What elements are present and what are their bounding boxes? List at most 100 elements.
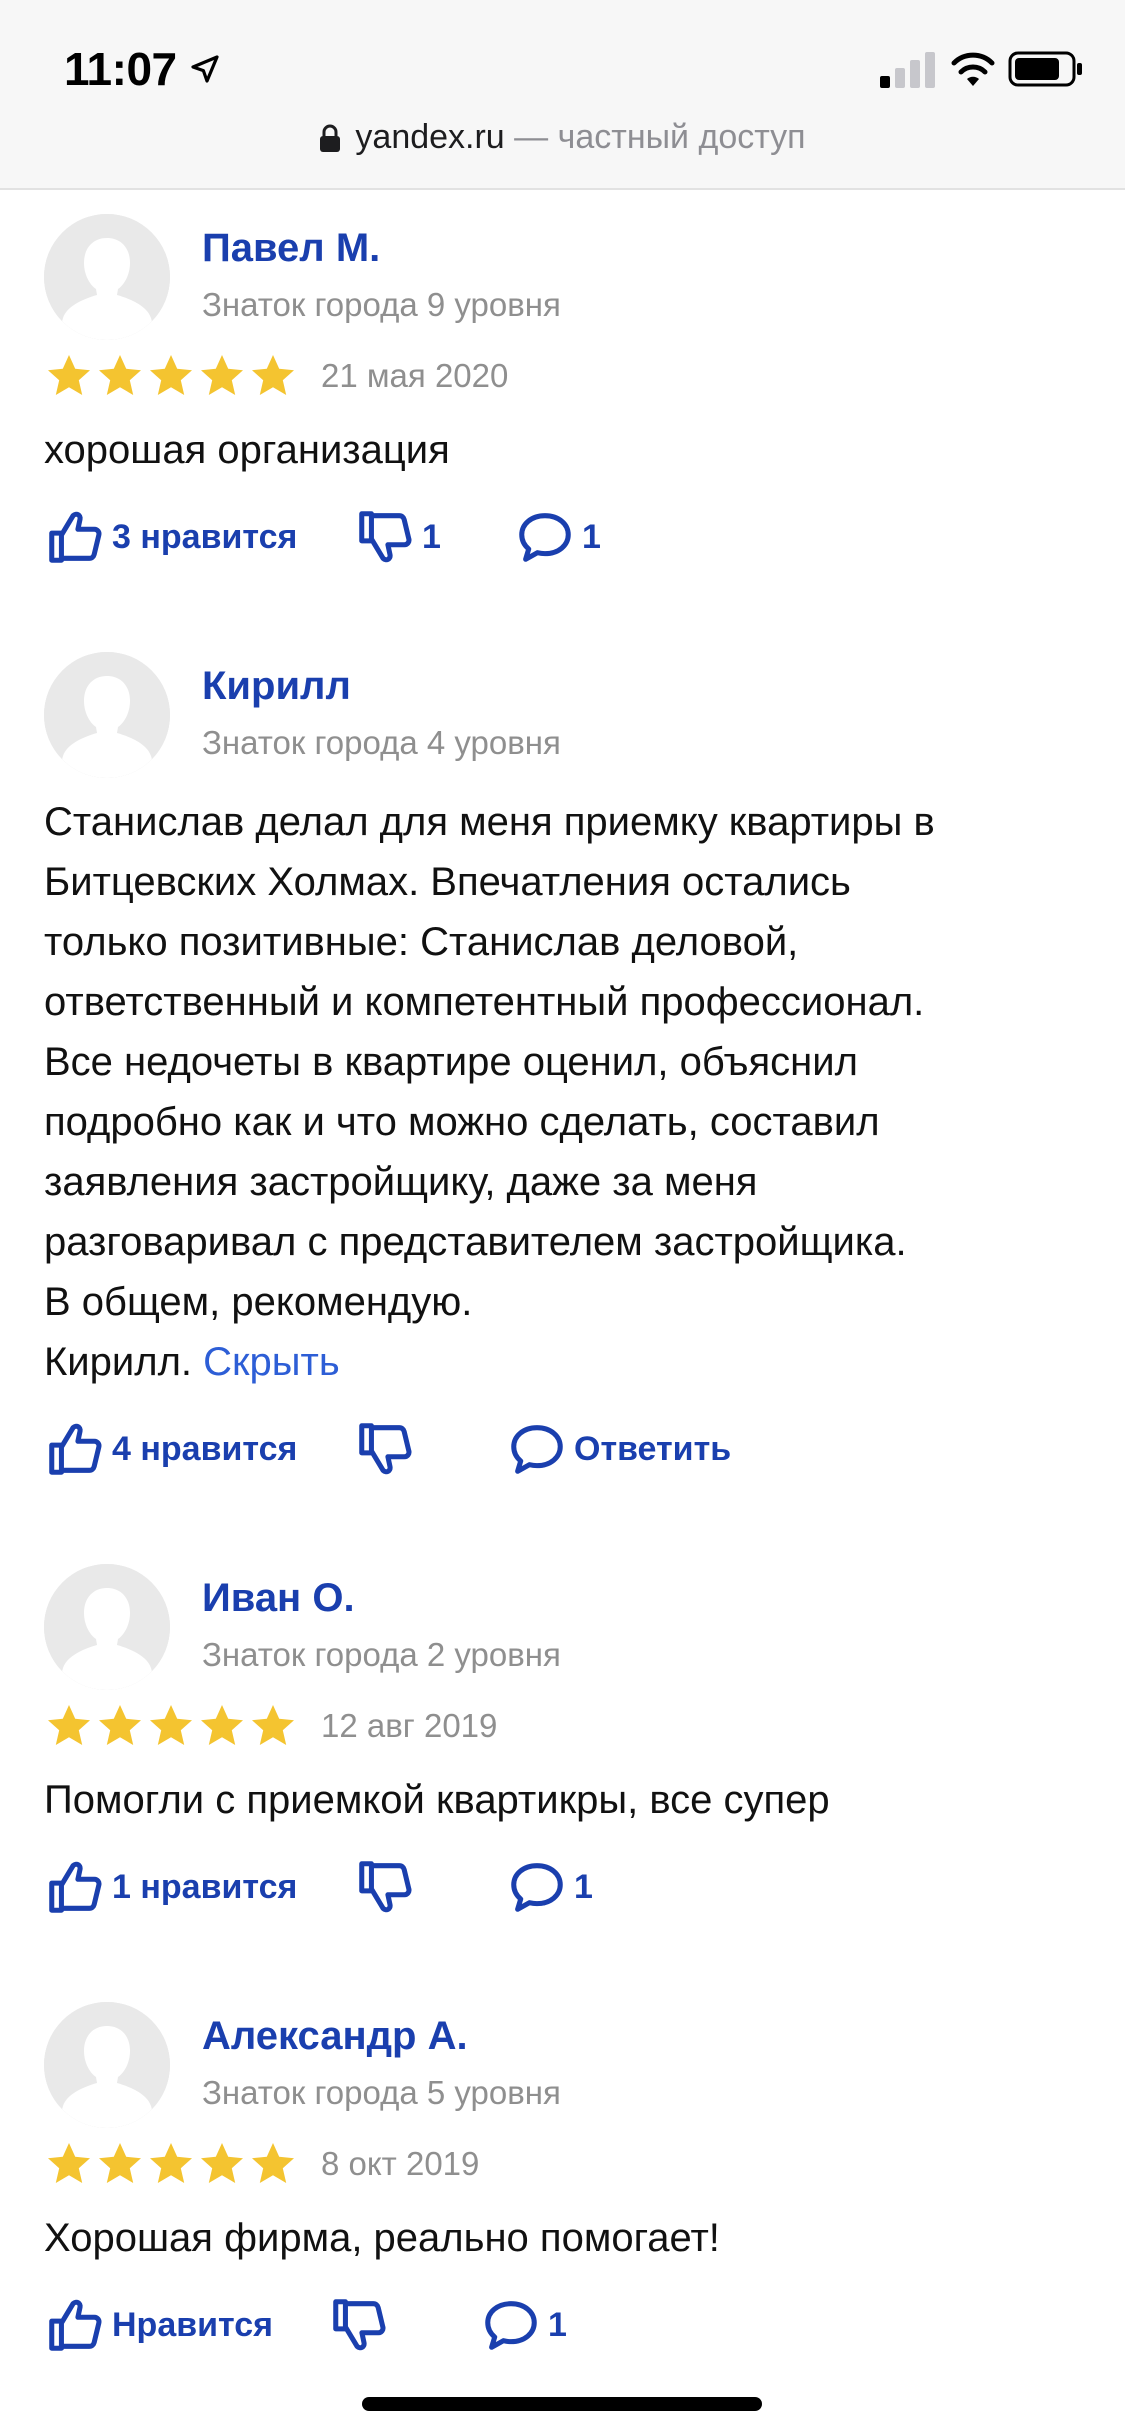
- battery-icon: [1008, 51, 1082, 87]
- star-icon: [95, 1702, 145, 1750]
- review-date: 12 авг 2019: [321, 1707, 498, 1744]
- comment-icon: [506, 1856, 568, 1918]
- like-button[interactable]: 4 нравится: [44, 1414, 297, 1484]
- star-icon: [146, 2140, 196, 2188]
- thumbs-up-icon: [44, 1856, 106, 1918]
- thumbs-down-icon: [354, 1418, 416, 1480]
- star-icon: [146, 1702, 196, 1750]
- star-icon: [197, 352, 247, 400]
- dislike-button[interactable]: 1: [354, 502, 441, 572]
- comment-button[interactable]: 1: [506, 1852, 593, 1922]
- thumbs-up-icon: [44, 2294, 106, 2356]
- user-silhouette-icon: [44, 652, 170, 778]
- thumbs-down-icon: [328, 2294, 390, 2356]
- review-signature: Кирилл.: [44, 1340, 204, 1384]
- comment-button[interactable]: 1: [514, 502, 601, 572]
- review-text-line: В общем, рекомендую.: [44, 1280, 473, 1324]
- url-privacy-label: — частный доступ: [504, 118, 806, 156]
- star-icon: [95, 2140, 145, 2188]
- review-author[interactable]: Павел М.: [202, 226, 380, 271]
- home-indicator[interactable]: [362, 2397, 762, 2411]
- comment-icon: [506, 1418, 568, 1480]
- clock: 11:07: [64, 42, 221, 96]
- review-author[interactable]: Кирилл: [202, 664, 351, 709]
- review-text-line: Битцевских Холмах. Впечатления остались: [44, 860, 851, 904]
- star-rating: [44, 352, 299, 400]
- avatar[interactable]: [44, 1564, 170, 1690]
- status-bar: 11:07 yandex.ru — частный доступ: [0, 0, 1125, 190]
- url-domain: yandex.ru: [355, 118, 505, 156]
- review-actions: 3 нравится 1 1: [44, 502, 1094, 572]
- review-text-line-last: Кирилл. Скрыть: [44, 1332, 1094, 1392]
- like-button[interactable]: Нравится: [44, 2290, 273, 2360]
- dislike-button[interactable]: [328, 2290, 390, 2360]
- review-author[interactable]: Иван О.: [202, 1576, 355, 1621]
- review-date: 8 окт 2019: [321, 2145, 480, 2182]
- star-icon: [248, 352, 298, 400]
- star-rating: [44, 1702, 299, 1750]
- avatar[interactable]: [44, 2002, 170, 2128]
- star-icon: [248, 1702, 298, 1750]
- comment-button[interactable]: 1: [480, 2290, 567, 2360]
- avatar[interactable]: [44, 214, 170, 340]
- review-text-line: Станислав делал для меня приемку квартир…: [44, 800, 935, 844]
- like-label: Нравится: [112, 2305, 273, 2344]
- location-arrow-icon: [191, 55, 219, 83]
- review-text-line: ответственный и компетентный профессиона…: [44, 980, 925, 1024]
- review-text-line: Все недочеты в квартире оценил, объяснил: [44, 1040, 858, 1084]
- rating-row: 8 окт 2019: [44, 2140, 479, 2188]
- author-level: Знаток города 5 уровня: [202, 2074, 561, 2111]
- review-text: Помогли с приемкой квартикры, все супер: [44, 1778, 830, 1822]
- comment-icon: [480, 2294, 542, 2356]
- thumbs-down-icon: [354, 1856, 416, 1918]
- hide-text-link[interactable]: Скрыть: [203, 1340, 340, 1384]
- rating-row: 12 авг 2019: [44, 1702, 497, 1750]
- like-count: 4 нравится: [112, 1429, 298, 1468]
- rating-row: 21 мая 2020: [44, 352, 508, 400]
- cellular-signal-icon: [880, 52, 935, 88]
- author-level: Знаток города 9 уровня: [202, 286, 561, 323]
- address-bar[interactable]: yandex.ru — частный доступ: [0, 118, 1125, 157]
- star-icon: [44, 1702, 94, 1750]
- avatar[interactable]: [44, 652, 170, 778]
- user-silhouette-icon: [44, 214, 170, 340]
- thumbs-down-icon: [354, 506, 416, 568]
- review-text: Станислав делал для меня приемку квартир…: [44, 792, 1094, 1392]
- lock-icon: [320, 124, 341, 152]
- review-text-line: заявления застройщику, даже за меня: [44, 1160, 758, 1204]
- review-text-line: разговаривал с представителем застройщик…: [44, 1220, 907, 1264]
- star-icon: [197, 1702, 247, 1750]
- star-icon: [146, 352, 196, 400]
- review-text-line: подробно как и что можно сделать, состав…: [44, 1100, 880, 1144]
- star-icon: [44, 352, 94, 400]
- review-text: Хорошая фирма, реально помогает!: [44, 2216, 720, 2260]
- comment-count: 1: [574, 1867, 593, 1906]
- review-actions: 4 нравится Ответить: [44, 1414, 1094, 1484]
- reply-label: Ответить: [574, 1429, 732, 1468]
- review-text-line: только позитивные: Станислав деловой,: [44, 920, 799, 964]
- comment-icon: [514, 506, 576, 568]
- star-icon: [248, 2140, 298, 2188]
- star-icon: [197, 2140, 247, 2188]
- review-author[interactable]: Александр А.: [202, 2014, 468, 2059]
- review-text: хорошая организация: [44, 428, 450, 472]
- like-button[interactable]: 3 нравится: [44, 502, 297, 572]
- review-date: 21 мая 2020: [321, 357, 509, 394]
- review-actions: Нравится 1: [44, 2290, 1094, 2360]
- comment-count: 1: [582, 517, 601, 556]
- author-level: Знаток города 4 уровня: [202, 724, 561, 761]
- star-icon: [95, 352, 145, 400]
- like-count: 3 нравится: [112, 517, 298, 556]
- wifi-icon: [951, 52, 995, 86]
- star-icon: [44, 2140, 94, 2188]
- like-button[interactable]: 1 нравится: [44, 1852, 297, 1922]
- user-silhouette-icon: [44, 2002, 170, 2128]
- author-level: Знаток города 2 уровня: [202, 1636, 561, 1673]
- reply-button[interactable]: Ответить: [506, 1414, 731, 1484]
- dislike-button[interactable]: [354, 1852, 416, 1922]
- thumbs-up-icon: [44, 1418, 106, 1480]
- comment-count: 1: [548, 2305, 567, 2344]
- thumbs-up-icon: [44, 506, 106, 568]
- dislike-count: 1: [422, 517, 441, 556]
- dislike-button[interactable]: [354, 1414, 416, 1484]
